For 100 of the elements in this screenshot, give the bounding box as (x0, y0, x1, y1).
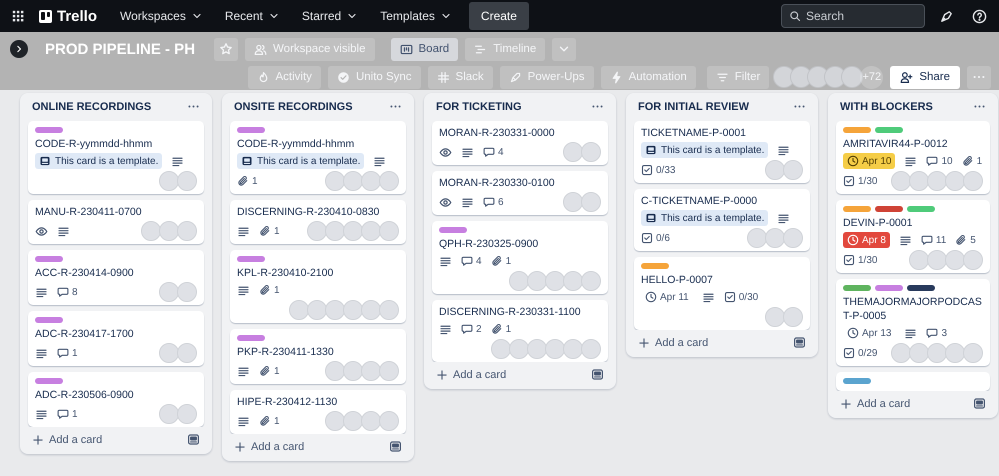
card[interactable]: CODE-R-yymmdd-hhmm This card is a template. 1 (230, 121, 406, 194)
avatar-icon[interactable] (361, 361, 381, 381)
card[interactable]: HIPE-R-230412-1130 1 (230, 390, 406, 434)
search-field[interactable]: Search (781, 4, 925, 28)
avatar-icon[interactable] (343, 221, 363, 241)
avatar-icon[interactable] (325, 411, 345, 431)
avatar-icon[interactable] (509, 339, 529, 359)
avatar-icon[interactable] (159, 343, 179, 363)
avatar-icon[interactable] (963, 343, 983, 363)
avatar-icon[interactable] (307, 221, 327, 241)
share-button[interactable]: Share (890, 66, 960, 88)
add-card-button[interactable]: Add a card (30, 432, 104, 448)
card[interactable]: THEMAJORMAJORPODCAST-P-0005 Apr 13 3 0/29 (836, 279, 990, 366)
add-card-button[interactable]: Add a card (636, 334, 710, 350)
avatar-icon[interactable] (765, 228, 785, 248)
avatar-icon[interactable] (891, 171, 911, 191)
avatar-icon[interactable] (325, 171, 345, 191)
card[interactable]: ACC-R-230414-0900 8 (28, 250, 204, 305)
avatar-icon[interactable] (307, 300, 327, 320)
avatar-icon[interactable] (325, 361, 345, 381)
avatar-icon[interactable] (343, 171, 363, 191)
avatar-icon[interactable] (343, 411, 363, 431)
avatar-icon[interactable] (379, 300, 399, 320)
list-title[interactable]: ONLINE RECORDINGS (32, 100, 152, 112)
avatar-icon[interactable] (963, 171, 983, 191)
card[interactable]: KPL-R-230410-2100 1 (230, 250, 406, 323)
avatar-icon[interactable] (159, 282, 179, 302)
nav-menu[interactable]: Recent (216, 3, 289, 29)
star-button[interactable] (214, 38, 238, 60)
card[interactable]: ADC-R-230417-1700 1 (28, 311, 204, 366)
card[interactable]: MORAN-R-230331-0000 4 (432, 121, 608, 165)
avatar-icon[interactable] (581, 339, 601, 359)
avatar-icon[interactable] (891, 343, 911, 363)
avatar-icon[interactable] (159, 171, 179, 191)
avatar-icon[interactable] (379, 411, 399, 431)
add-card-button[interactable]: Add a card (232, 438, 306, 454)
view-tab[interactable]: Board (390, 38, 458, 60)
avatar-icon[interactable] (963, 250, 983, 270)
avatar-icon[interactable] (563, 192, 583, 212)
avatar-icon[interactable] (325, 300, 345, 320)
list-title[interactable]: ONSITE RECORDINGS (234, 100, 353, 112)
avatar-icon[interactable] (177, 404, 197, 424)
create-button[interactable]: Create (468, 2, 529, 30)
avatar-icon[interactable] (379, 221, 399, 241)
card[interactable]: DISCERNING-R-230410-0830 1 (230, 200, 406, 244)
card[interactable]: C-TICKETNAME-P-0000 This card is a template. 0/6 (634, 189, 810, 251)
avatar-icon[interactable] (927, 171, 947, 191)
card-label[interactable] (907, 285, 935, 291)
avatar-icon[interactable] (527, 339, 547, 359)
avatar-icon[interactable] (509, 271, 529, 291)
avatar-icon[interactable] (141, 221, 161, 241)
card[interactable]: AMRITAVIR44-P-0012 Apr 10 10 1 1/30 (836, 121, 990, 194)
avatar-icon[interactable] (563, 142, 583, 162)
avatar-icon[interactable] (177, 343, 197, 363)
avatar-icon[interactable] (945, 343, 965, 363)
avatar-icon[interactable] (563, 339, 583, 359)
card[interactable]: DISCERNING-R-230331-1100 2 1 (432, 300, 608, 362)
avatar-icon[interactable] (343, 361, 363, 381)
avatar-icon[interactable] (325, 221, 345, 241)
card[interactable]: ADC-R-230506-0900 1 (28, 372, 204, 427)
more-button[interactable] (967, 66, 991, 88)
views-dropdown-button[interactable] (552, 38, 576, 60)
avatar-icon[interactable] (379, 171, 399, 191)
avatar-icon[interactable] (909, 171, 929, 191)
avatar-icon[interactable] (581, 192, 601, 212)
card[interactable]: DEVIN-P-0001 Apr 8 11 5 1/30 (836, 200, 990, 273)
sidebar-toggle[interactable] (10, 40, 28, 58)
card[interactable]: HELLO-P-0007 Apr 11 0/30 (634, 257, 810, 330)
avatar-icon[interactable] (765, 160, 785, 180)
avatar-icon[interactable] (927, 343, 947, 363)
card[interactable]: QPH-R-230325-0900 4 1 (432, 221, 608, 294)
nav-menu[interactable]: Workspaces (111, 3, 212, 29)
card[interactable]: MORAN-R-230330-0100 6 (432, 171, 608, 215)
list-title[interactable]: FOR INITIAL REVIEW (638, 100, 750, 112)
nav-menu[interactable]: Starred (292, 3, 368, 29)
add-card-button[interactable]: Add a card (434, 366, 508, 382)
avatar-icon[interactable] (545, 339, 565, 359)
avatar-icon[interactable] (909, 343, 929, 363)
card[interactable]: CODE-R-yymmdd-hhmm This card is a template. (28, 121, 204, 194)
avatar-icon[interactable] (361, 411, 381, 431)
avatar-icon[interactable] (563, 271, 583, 291)
card[interactable]: PKP-R-230411-1330 1 (230, 329, 406, 384)
list-title[interactable]: WITH BLOCKERS (840, 100, 933, 112)
avatar-icon[interactable] (491, 339, 511, 359)
avatar-icon[interactable] (527, 271, 547, 291)
avatar-icon[interactable] (159, 404, 179, 424)
avatar-icon[interactable] (361, 171, 381, 191)
avatar-icon[interactable] (945, 171, 965, 191)
avatar-icon[interactable] (945, 250, 965, 270)
card[interactable]: MANU-R-230411-0700 (28, 200, 204, 244)
nav-menu[interactable]: Templates (371, 3, 461, 29)
avatar-icon[interactable] (177, 171, 197, 191)
avatar-icon[interactable] (841, 66, 864, 88)
avatar-icon[interactable] (909, 250, 929, 270)
avatar-icon[interactable] (361, 300, 381, 320)
avatar-icon[interactable] (289, 300, 309, 320)
avatar-icon[interactable] (177, 221, 197, 241)
avatar-icon[interactable] (927, 250, 947, 270)
avatar-icon[interactable] (765, 307, 785, 327)
avatar-icon[interactable] (783, 160, 803, 180)
